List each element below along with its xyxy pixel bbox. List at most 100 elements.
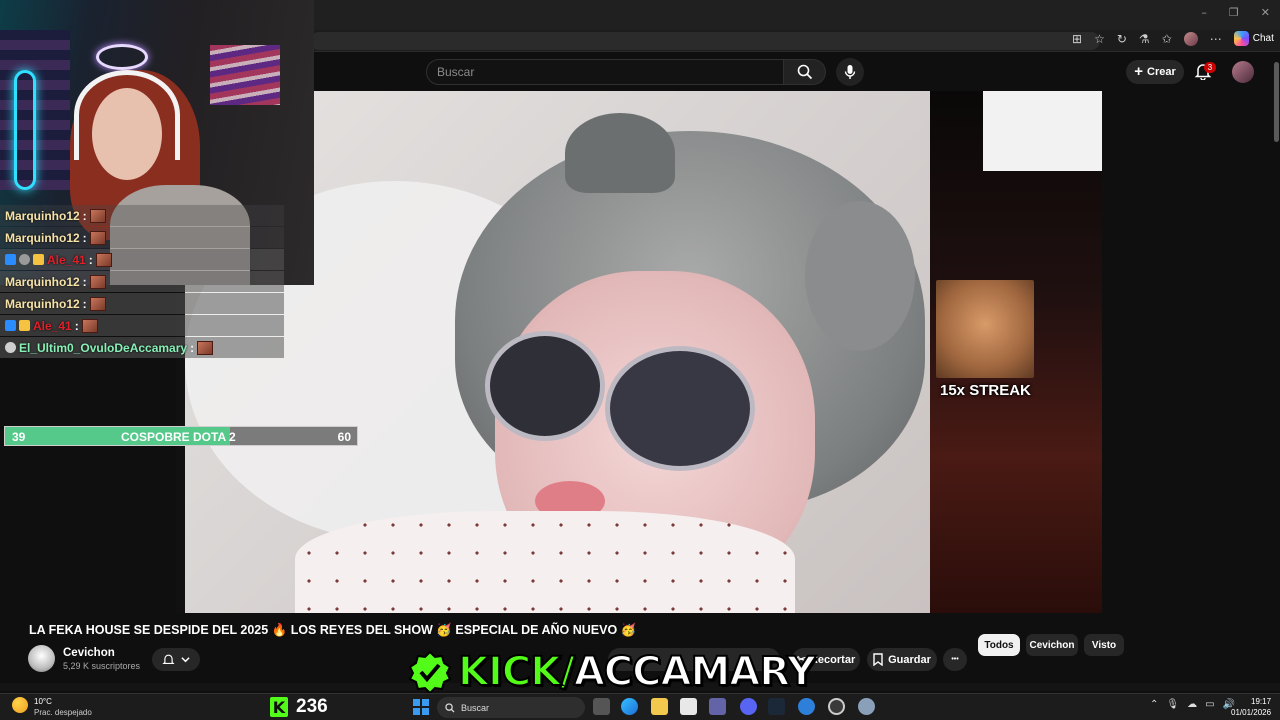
chat-message: Marquinho12 : [0, 271, 284, 292]
poll-bar: 39 COSPOBRE DOTA 2 60 [4, 426, 358, 446]
weather-sun-icon[interactable] [12, 697, 28, 713]
search-input[interactable] [426, 59, 784, 85]
notification-badge: 3 [1204, 62, 1216, 73]
video-scene-shirt [295, 511, 795, 613]
chevron-up-icon[interactable]: ⌃ [1150, 699, 1158, 710]
chat-emote [89, 230, 106, 245]
minimize-button[interactable]: – [1201, 6, 1207, 19]
filter-chip-all[interactable]: Todos [978, 634, 1020, 656]
app-available-icon[interactable]: ⊞ [1072, 32, 1082, 46]
chat-username: Marquinho12 [5, 296, 80, 311]
chat-message: Marquinho12 : [0, 205, 284, 226]
taskbar-search-placeholder: Buscar [461, 702, 490, 713]
channel-avatar[interactable] [28, 645, 55, 672]
favorites-icon[interactable]: ✩ [1162, 32, 1172, 46]
kick-prefix: KICK/ [457, 649, 576, 695]
copilot-button[interactable]: Chat [1233, 31, 1274, 46]
browser-toolbar: ⊞ ☆ ↻ ⚗ ✩ ⋯ Chat [1072, 31, 1274, 46]
teams-icon[interactable] [709, 698, 726, 715]
store-icon[interactable] [680, 698, 697, 715]
badge-icon [5, 254, 16, 265]
webcam-headset [74, 70, 180, 160]
windows-taskbar [0, 693, 1280, 720]
save-label: Guardar [888, 653, 931, 666]
subscriber-count: 5,29 K suscriptores [63, 661, 141, 671]
search-icon [797, 64, 812, 80]
streak-emote-image [936, 280, 1034, 378]
chat-message: Ale_41 : [0, 315, 284, 336]
edge-browser-icon[interactable] [621, 698, 638, 715]
chat-colon: : [82, 230, 87, 245]
windows-start-icon[interactable] [413, 699, 429, 715]
page-scrollbar[interactable] [1273, 53, 1280, 693]
refresh-icon[interactable]: ↻ [1117, 32, 1127, 46]
chat-message: Marquinho12 : [0, 293, 284, 314]
system-tray: ⌃ 🎙 ☁ ▭ 🔊 [1150, 699, 1235, 710]
task-view-icon[interactable] [593, 698, 610, 715]
kick-viewer-count: 236 [296, 696, 328, 717]
account-avatar[interactable] [1232, 61, 1254, 83]
chat-emote [95, 252, 112, 267]
create-button[interactable]: + Crear [1126, 60, 1184, 84]
profile-avatar[interactable] [1183, 31, 1198, 46]
chat-message: Ale_41 : [0, 249, 284, 270]
address-field[interactable] [310, 32, 1100, 50]
obs-icon[interactable] [828, 698, 845, 715]
webcam-poster [210, 45, 280, 105]
weather-description: Prac. despejado [34, 708, 92, 717]
chat-message: Marquinho12 : [0, 227, 284, 248]
subscription-notification-button[interactable] [152, 648, 200, 671]
bookmark-icon [873, 653, 883, 666]
microphone-icon[interactable]: 🎙 [1166, 699, 1179, 710]
copilot-icon [1233, 31, 1249, 46]
badge-icon [5, 320, 16, 331]
taskbar-search[interactable]: Buscar [437, 697, 585, 718]
badge-icon [5, 342, 16, 353]
chat-emote [89, 296, 106, 311]
crown-badge-icon [33, 254, 44, 265]
search-placeholder: Buscar [437, 65, 475, 79]
discord-icon[interactable] [740, 698, 757, 715]
network-icon[interactable]: ▭ [1205, 699, 1214, 710]
plus-icon: + [1134, 63, 1143, 80]
chat-emote [81, 318, 98, 333]
more-actions-button[interactable]: ••• [943, 648, 967, 671]
scrollbar-thumb[interactable] [1274, 62, 1279, 142]
chat-emote [89, 274, 106, 289]
save-button[interactable]: Guardar [867, 648, 937, 671]
chat-emote [89, 208, 106, 223]
poll-left-value: 39 [12, 430, 26, 444]
onedrive-icon[interactable]: ☁ [1187, 699, 1197, 710]
steam-icon[interactable] [768, 698, 785, 715]
chat-message: El_Ultim0_OvuloDeAccamary : [0, 337, 284, 358]
settings-gear-icon[interactable] [858, 698, 875, 715]
more-menu-icon[interactable]: ⋯ [1210, 32, 1222, 46]
chat-username: Ale_41 [47, 252, 86, 267]
chat-emote [197, 340, 214, 355]
voice-search-button[interactable] [836, 58, 864, 86]
webcam-neon-light [14, 70, 36, 190]
microphone-icon [844, 65, 856, 79]
restore-button[interactable]: ❐ [1229, 6, 1239, 19]
close-button[interactable]: ✕ [1261, 6, 1270, 19]
video-title: LA FEKA HOUSE SE DESPIDE DEL 2025 🔥 LOS … [29, 623, 637, 637]
favorite-star-icon[interactable]: ☆ [1094, 32, 1105, 46]
chat-colon: : [82, 208, 87, 223]
chat-username: Ale_41 [33, 318, 72, 333]
search-button[interactable] [784, 59, 826, 85]
streak-text: 15x STREAK [940, 382, 1031, 399]
extensions-icon[interactable]: ⚗ [1139, 32, 1150, 46]
filter-chip-channel[interactable]: Cevichon [1026, 634, 1078, 656]
file-explorer-icon[interactable] [651, 698, 668, 715]
filter-chip-watched[interactable]: Visto [1084, 634, 1124, 656]
clock-time: 19:17 [1251, 697, 1272, 706]
chat-username: Marquinho12 [5, 208, 80, 223]
app-icon[interactable] [798, 698, 815, 715]
channel-name[interactable]: Cevichon [63, 647, 115, 659]
verified-badge-icon [408, 650, 452, 694]
create-label: Crear [1147, 66, 1176, 78]
poll-right-value: 60 [337, 430, 351, 444]
video-scene-sunglasses-left [485, 331, 605, 441]
window-controls: – ❐ ✕ [1201, 6, 1270, 19]
chat-colon: : [88, 252, 93, 267]
